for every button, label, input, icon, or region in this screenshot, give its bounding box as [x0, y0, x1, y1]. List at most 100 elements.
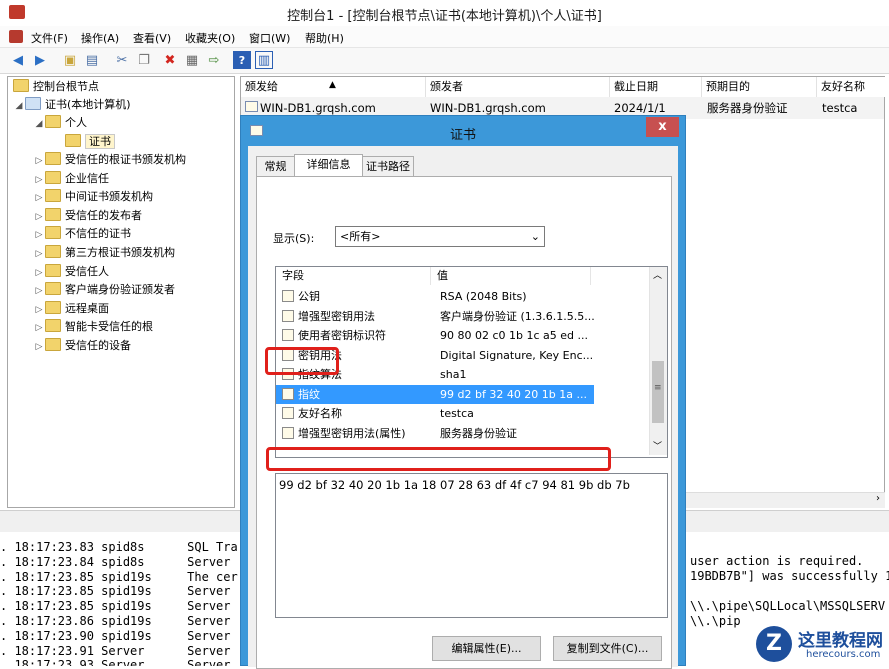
- tree-folder-item[interactable]: ▷ 中间证书颁发机构: [33, 188, 153, 206]
- help-icon[interactable]: ?: [233, 51, 251, 69]
- field-row[interactable]: 友好名称 testca: [276, 404, 649, 423]
- expand-icon[interactable]: ▷: [33, 208, 45, 226]
- tree-folder-item[interactable]: ▷ 企业信任: [33, 170, 109, 188]
- dialog-body: 常规 详细信息 证书路径 显示(S): <所有> ⌄ 字段 值 公钥 RSA (2…: [248, 146, 678, 669]
- field-icon: [282, 387, 294, 400]
- folder-icon: [45, 245, 61, 258]
- expand-icon[interactable]: ▷: [33, 264, 45, 282]
- folder-icon: [45, 170, 61, 184]
- expand-icon[interactable]: ▷: [33, 245, 45, 263]
- column-friendly-name[interactable]: 友好名称: [817, 77, 886, 97]
- value-detail-box[interactable]: 99 d2 bf 32 40 20 1b 1a 18 07 28 63 df 4…: [275, 473, 668, 618]
- menu-view[interactable]: 查看(V): [133, 30, 171, 46]
- column-expiration[interactable]: 截止日期: [610, 77, 702, 97]
- tree-folder-item[interactable]: ▷ 客户端身份验证颁发者: [33, 281, 175, 299]
- field-row[interactable]: 指纹 99 d2 bf 32 40 20 1b 1a ...: [276, 384, 594, 404]
- certificate-dialog: 证书 x 常规 详细信息 证书路径 显示(S): <所有> ⌄ 字段 值 公钥 R…: [240, 115, 686, 669]
- menu-file[interactable]: 文件(F): [31, 30, 68, 46]
- copy-icon[interactable]: ❐: [135, 51, 153, 69]
- forward-icon[interactable]: ▶: [31, 51, 49, 69]
- tab-details[interactable]: 详细信息: [294, 154, 363, 178]
- log-message: 19BDB7B"] was successfully 1: [690, 569, 889, 583]
- watermark-url: herecours.com: [806, 649, 881, 660]
- collapse-icon[interactable]: ◢: [13, 97, 25, 115]
- menu-window[interactable]: 窗口(W): [249, 30, 290, 46]
- expand-icon[interactable]: ▷: [33, 189, 45, 207]
- view-icon[interactable]: ▥: [255, 51, 273, 69]
- field-column-header[interactable]: 字段: [276, 267, 431, 285]
- field-row[interactable]: 公钥 RSA (2048 Bits): [276, 287, 649, 306]
- thumbprint-field-highlight: [265, 347, 339, 375]
- column-issued-by[interactable]: 颁发者: [426, 77, 610, 97]
- watermark-text: 这里教程网: [798, 631, 883, 651]
- log-line: . 18:17:23.86 spid19s Server: [0, 614, 231, 628]
- log-line: . 18:17:23.93 Server Server: [0, 658, 231, 666]
- field-icon: [282, 309, 294, 322]
- up-folder-icon[interactable]: ▣: [61, 51, 79, 69]
- expand-icon[interactable]: ▷: [33, 226, 45, 244]
- properties-icon[interactable]: ▦: [183, 51, 201, 69]
- tree-root[interactable]: 控制台根节点: [13, 78, 99, 96]
- menu-action[interactable]: 操作(A): [81, 30, 119, 46]
- export-icon[interactable]: ⇨: [205, 51, 223, 69]
- delete-icon[interactable]: ✖: [161, 51, 179, 69]
- column-issued-to[interactable]: 颁发给 ▲: [241, 77, 426, 97]
- show-select[interactable]: <所有> ⌄: [335, 226, 545, 247]
- tree-folder-item[interactable]: ▷ 不信任的证书: [33, 225, 131, 243]
- cell-friendly-name: testca: [822, 101, 858, 115]
- menu-favorites[interactable]: 收藏夹(O): [185, 30, 235, 46]
- folder-icon: [45, 300, 61, 314]
- certificate-icon: [245, 101, 258, 112]
- folder-icon: [45, 226, 61, 240]
- tree-folder-item[interactable]: ▷ 远程桌面: [33, 300, 109, 318]
- tab-general[interactable]: 常规: [256, 156, 295, 177]
- show-tree-icon[interactable]: ▤: [83, 51, 101, 69]
- tree-folder-item[interactable]: ▷ 受信任人: [33, 263, 109, 281]
- scroll-right-icon[interactable]: ›: [876, 493, 880, 504]
- sort-asc-icon: ▲: [329, 80, 336, 90]
- tree-certificates[interactable]: 证书: [65, 133, 115, 151]
- expand-icon[interactable]: ▷: [33, 282, 45, 300]
- back-icon[interactable]: ◀: [9, 51, 27, 69]
- tree-cert-store[interactable]: ◢ 证书(本地计算机): [13, 96, 131, 114]
- tree-folder-item[interactable]: ▷ 第三方根证书颁发机构: [33, 244, 175, 262]
- menu-help[interactable]: 帮助(H): [305, 30, 344, 46]
- expand-icon[interactable]: ▷: [33, 319, 45, 337]
- chevron-down-icon: ⌄: [530, 230, 540, 243]
- copy-to-file-button[interactable]: 复制到文件(C)...: [553, 636, 662, 661]
- tree-folder-item[interactable]: ▷ 受信任的发布者: [33, 207, 142, 225]
- toolbar: ◀ ▶ ▣ ▤ ✂ ❐ ✖ ▦ ⇨ ? ▥: [0, 48, 889, 74]
- field-row[interactable]: 增强型密钥用法 客户端身份验证 (1.3.6.1.5.5...: [276, 307, 649, 326]
- field-list-scrollbar[interactable]: ︿ ≡ ﹀: [649, 267, 667, 455]
- expand-icon[interactable]: ▷: [33, 301, 45, 319]
- dialog-titlebar[interactable]: 证书 x: [241, 116, 685, 146]
- field-icon: [282, 426, 294, 439]
- cert-store-icon: [25, 97, 41, 110]
- expand-icon[interactable]: ▷: [33, 171, 45, 189]
- thumbprint-value-highlight: [266, 447, 611, 471]
- tree-personal[interactable]: ◢ 个人: [33, 114, 87, 132]
- scroll-up-icon[interactable]: ︿: [653, 268, 662, 281]
- tab-cert-path[interactable]: 证书路径: [362, 156, 414, 177]
- collapse-icon[interactable]: ◢: [33, 115, 45, 133]
- tree-folder-item[interactable]: ▷ 智能卡受信任的根: [33, 318, 153, 336]
- expand-icon[interactable]: ▷: [33, 152, 45, 170]
- tree-folder-item[interactable]: ▷ 受信任的根证书颁发机构: [33, 151, 186, 169]
- close-button[interactable]: x: [646, 117, 679, 137]
- console-tree: 控制台根节点 ◢ 证书(本地计算机) ◢ 个人 证书 ▷ 受信任的根证书颁发机构 ▷ 企业…: [7, 76, 235, 508]
- expand-icon[interactable]: ▷: [33, 338, 45, 356]
- log-line: . 18:17:23.83 spid8s SQL Tra: [0, 540, 238, 554]
- watermark-logo-icon: Z: [756, 626, 792, 662]
- cut-icon[interactable]: ✂: [113, 51, 131, 69]
- edit-properties-button[interactable]: 编辑属性(E)...: [432, 636, 541, 661]
- scroll-down-icon[interactable]: ﹀: [653, 439, 662, 452]
- scroll-thumb[interactable]: ≡: [652, 361, 664, 423]
- tree-folder-item[interactable]: ▷ 受信任的设备: [33, 337, 131, 355]
- watermark: Z 这里教程网 herecours.com: [748, 622, 889, 666]
- column-intended-purpose[interactable]: 预期目的: [702, 77, 817, 97]
- field-row[interactable]: 增强型密钥用法(属性) 服务器身份验证: [276, 424, 649, 443]
- folder-icon: [45, 319, 61, 333]
- value-column-header[interactable]: 值: [431, 267, 591, 285]
- field-row[interactable]: 使用者密钥标识符 90 80 02 c0 1b 1c a5 ed ...: [276, 326, 649, 345]
- field-icon: [282, 329, 294, 341]
